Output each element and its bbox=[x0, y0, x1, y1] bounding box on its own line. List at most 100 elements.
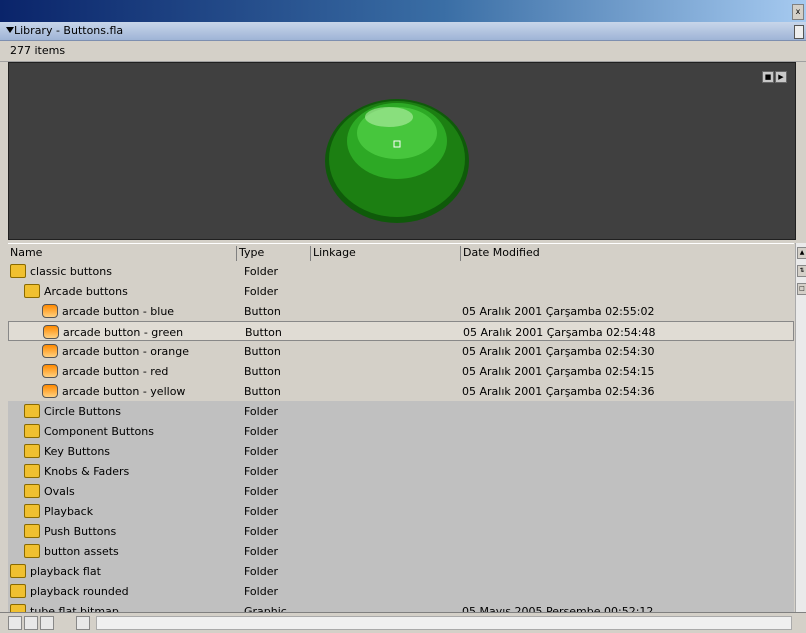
panel-options-icon[interactable] bbox=[794, 25, 804, 39]
library-row[interactable]: playback rounded Folder bbox=[8, 581, 794, 601]
folder-icon bbox=[24, 524, 40, 538]
row-type: Folder bbox=[244, 485, 278, 498]
row-name: arcade button - yellow bbox=[62, 385, 186, 398]
library-row[interactable]: Component Buttons Folder bbox=[8, 421, 794, 441]
delete-icon[interactable] bbox=[76, 616, 90, 630]
row-date-modified: 05 Aralık 2001 Çarşamba 02:54:48 bbox=[463, 326, 656, 339]
library-panel-header[interactable]: Library - Buttons.fla bbox=[0, 22, 806, 41]
item-count-bar: 277 items bbox=[0, 41, 806, 62]
row-name: Knobs & Faders bbox=[44, 465, 130, 478]
header-name[interactable]: Name bbox=[8, 246, 236, 262]
scroll-up-icon[interactable]: ▲ bbox=[797, 247, 806, 259]
library-row[interactable]: classic buttons Folder bbox=[8, 261, 794, 281]
header-type[interactable]: Type bbox=[236, 246, 309, 262]
graphic-symbol-icon bbox=[10, 604, 26, 612]
column-headers: Name Type Linkage Date Modified bbox=[8, 243, 794, 263]
row-name: Key Buttons bbox=[44, 445, 111, 458]
row-date-modified: 05 Aralık 2001 Çarşamba 02:54:15 bbox=[462, 365, 655, 378]
button-symbol-icon bbox=[42, 384, 58, 398]
library-row[interactable]: tube flat bitmap Graphic 05 Mayıs 2005 Per… bbox=[8, 601, 794, 612]
row-name: tube flat bitmap bbox=[30, 605, 119, 612]
folder-icon bbox=[24, 444, 40, 458]
collapse-triangle-icon[interactable] bbox=[6, 27, 14, 33]
button-symbol-icon bbox=[43, 325, 59, 339]
library-row[interactable]: arcade button - green Button 05 Aralık 200… bbox=[8, 321, 794, 341]
library-row[interactable]: Playback Folder bbox=[8, 501, 794, 521]
library-bottom-bar bbox=[0, 612, 806, 633]
row-date-modified: 05 Aralık 2001 Çarşamba 02:54:36 bbox=[462, 385, 655, 398]
library-row[interactable]: Arcade buttons Folder bbox=[8, 281, 794, 301]
folder-icon bbox=[10, 584, 26, 598]
folder-icon bbox=[24, 484, 40, 498]
row-name: playback rounded bbox=[30, 585, 129, 598]
library-row[interactable]: Push Buttons Folder bbox=[8, 521, 794, 541]
stop-icon[interactable]: ■ bbox=[762, 71, 774, 83]
library-row[interactable]: Key Buttons Folder bbox=[8, 441, 794, 461]
folder-icon bbox=[24, 404, 40, 418]
library-row[interactable]: Circle Buttons Folder bbox=[8, 401, 794, 421]
row-type: Folder bbox=[244, 505, 278, 518]
folder-icon bbox=[24, 504, 40, 518]
row-date-modified: 05 Aralık 2001 Çarşamba 02:54:30 bbox=[462, 345, 655, 358]
folder-open-icon bbox=[10, 264, 26, 278]
row-date-modified: 05 Mayıs 2005 Perşembe 00:52:12 bbox=[462, 605, 654, 612]
folder-icon bbox=[24, 424, 40, 438]
row-type: Folder bbox=[244, 285, 278, 298]
row-type: Folder bbox=[244, 565, 278, 578]
row-type: Button bbox=[244, 365, 281, 378]
library-list: classic buttons Folder Arcade buttons Folde… bbox=[8, 261, 794, 612]
row-name: Push Buttons bbox=[44, 525, 117, 538]
row-name: Playback bbox=[44, 505, 94, 518]
item-count: 277 items bbox=[10, 44, 66, 57]
close-icon[interactable]: x bbox=[792, 4, 804, 20]
library-row[interactable]: arcade button - blue Button 05 Aralık 2001… bbox=[8, 301, 794, 321]
library-row[interactable]: arcade button - red Button 05 Aralık 2001 … bbox=[8, 361, 794, 381]
row-type: Folder bbox=[244, 545, 278, 558]
vertical-scrollbar[interactable]: ▲ ⇅ □ ▼ bbox=[795, 243, 806, 632]
arcade-button-green-preview bbox=[325, 99, 469, 223]
panel-title: Library - Buttons.fla bbox=[14, 24, 124, 37]
new-folder-icon[interactable] bbox=[8, 616, 22, 630]
row-name: button assets bbox=[44, 545, 119, 558]
row-name: arcade button - blue bbox=[62, 305, 175, 318]
row-name: arcade button - green bbox=[63, 326, 184, 339]
window-title-bar: x bbox=[0, 0, 806, 22]
row-type: Folder bbox=[244, 425, 278, 438]
symbol-preview: ■ ▶ bbox=[8, 62, 796, 240]
row-type: Button bbox=[245, 326, 282, 339]
row-date-modified: 05 Aralık 2001 Çarşamba 02:55:02 bbox=[462, 305, 655, 318]
play-icon[interactable]: ▶ bbox=[775, 71, 787, 83]
properties-icon[interactable] bbox=[40, 616, 54, 630]
row-type: Folder bbox=[244, 525, 278, 538]
row-type: Folder bbox=[244, 265, 278, 278]
row-type: Folder bbox=[244, 445, 278, 458]
folder-open-icon bbox=[24, 284, 40, 298]
header-linkage[interactable]: Linkage bbox=[310, 246, 459, 262]
row-type: Folder bbox=[244, 465, 278, 478]
button-symbol-icon bbox=[42, 344, 58, 358]
button-symbol-icon bbox=[42, 304, 58, 318]
new-symbol-icon[interactable] bbox=[24, 616, 38, 630]
library-row[interactable]: playback flat Folder bbox=[8, 561, 794, 581]
header-date-modified[interactable]: Date Modified bbox=[460, 246, 793, 262]
row-name: Ovals bbox=[44, 485, 75, 498]
folder-icon bbox=[24, 544, 40, 558]
library-row[interactable]: arcade button - yellow Button 05 Aralık 20… bbox=[8, 381, 794, 401]
sort-icon[interactable]: ⇅ bbox=[797, 265, 806, 277]
row-name: arcade button - red bbox=[62, 365, 169, 378]
row-name: classic buttons bbox=[30, 265, 112, 278]
wide-view-icon[interactable]: □ bbox=[797, 283, 806, 295]
library-row[interactable]: arcade button - orange Button 05 Aralık 20… bbox=[8, 341, 794, 361]
library-row[interactable]: Ovals Folder bbox=[8, 481, 794, 501]
library-row[interactable]: Knobs & Faders Folder bbox=[8, 461, 794, 481]
row-name: Arcade buttons bbox=[44, 285, 128, 298]
row-type: Graphic bbox=[244, 605, 287, 612]
preview-controls: ■ ▶ bbox=[762, 71, 787, 83]
row-type: Button bbox=[244, 305, 281, 318]
horizontal-scrollbar[interactable] bbox=[96, 616, 792, 630]
library-row[interactable]: button assets Folder bbox=[8, 541, 794, 561]
row-type: Folder bbox=[244, 405, 278, 418]
row-type: Button bbox=[244, 345, 281, 358]
row-name: Circle Buttons bbox=[44, 405, 121, 418]
row-type: Button bbox=[244, 385, 281, 398]
